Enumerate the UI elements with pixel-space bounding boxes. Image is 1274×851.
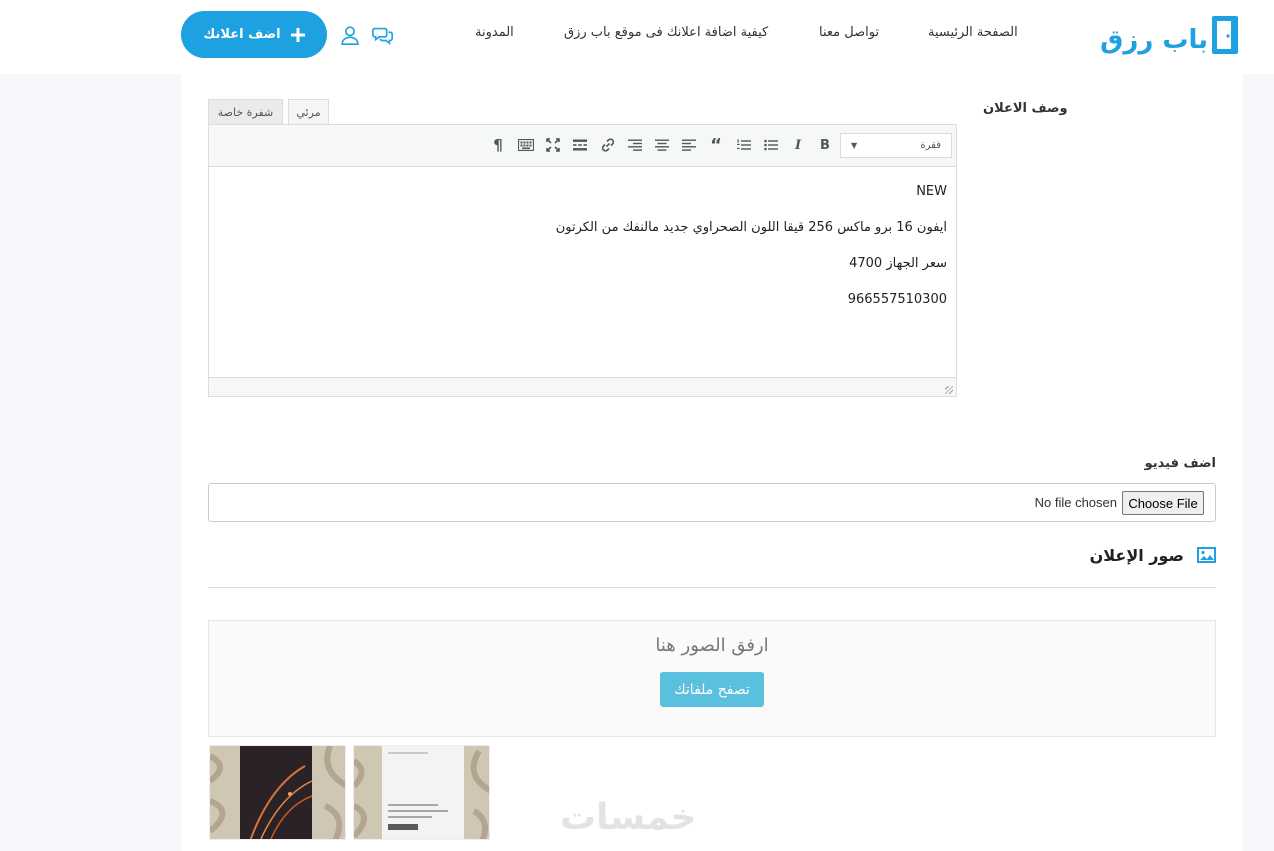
editor-line: سعر الجهاز 4700 — [849, 256, 947, 271]
door-logo-icon: باب رزق — [1100, 16, 1238, 55]
site-header: باب رزق الصفحة الرئيسية تواصل معنا كيفية… — [0, 0, 1274, 74]
user-icon[interactable] — [339, 24, 361, 46]
editor-statusbar — [209, 377, 956, 396]
images-section-title: صور الإعلان — [1089, 546, 1184, 565]
align-center-icon[interactable] — [652, 135, 672, 155]
watermark-text: خمسات — [560, 797, 697, 838]
section-divider — [208, 587, 1216, 588]
image-icon — [1197, 547, 1216, 563]
blockquote-icon[interactable]: “ — [706, 135, 726, 156]
choose-file-button[interactable]: Choose File — [1122, 491, 1204, 515]
description-label: وصف الاعلان — [983, 101, 1068, 116]
file-status: No file chosen — [1034, 495, 1117, 510]
dropzone-text: ارفق الصور هنا — [655, 635, 769, 656]
uploaded-image-thumbnail[interactable] — [209, 745, 346, 840]
tab-code[interactable]: شفرة خاصة — [208, 99, 283, 125]
add-ad-label: اضف اعلانك — [203, 27, 281, 42]
bold-icon[interactable]: B — [815, 135, 835, 155]
nav-how-to[interactable]: كيفية اضافة اعلانك فى موقع باب رزق — [564, 25, 768, 40]
editor-line: ايفون 16 برو ماكس 256 قيقا اللون الصحراو… — [555, 220, 947, 235]
nav-home[interactable]: الصفحة الرئيسية — [928, 25, 1018, 40]
format-select-value: فقرة — [920, 140, 941, 151]
browse-files-button[interactable]: تصفح ملفاتك — [660, 672, 764, 707]
editor-content[interactable]: NEW ايفون 16 برو ماكس 256 قيقا اللون الص… — [209, 168, 956, 377]
nav-contact[interactable]: تواصل معنا — [819, 25, 879, 40]
keyboard-icon[interactable] — [516, 135, 536, 155]
box-photo-image — [354, 746, 489, 839]
plus-icon — [290, 27, 305, 42]
site-logo[interactable]: باب رزق — [1100, 12, 1240, 58]
dropdown-arrow-icon: ▼ — [851, 141, 858, 150]
resize-handle-icon[interactable] — [945, 386, 953, 394]
format-select[interactable]: فقرة ▼ — [840, 133, 952, 158]
italic-icon[interactable]: I — [788, 135, 808, 155]
editor-line: 966557510300 — [847, 292, 947, 307]
video-file-input[interactable]: Choose File No file chosen — [208, 483, 1216, 522]
numbered-list-icon[interactable] — [734, 135, 754, 155]
video-label: اضف فيديو — [1144, 456, 1216, 471]
paragraph-direction-icon[interactable]: ¶ — [488, 135, 508, 155]
uploaded-image-thumbnail[interactable] — [353, 745, 490, 840]
chat-icon[interactable] — [372, 24, 394, 46]
align-right-icon[interactable] — [625, 135, 645, 155]
align-left-icon[interactable] — [679, 135, 699, 155]
image-dropzone[interactable]: ارفق الصور هنا تصفح ملفاتك — [208, 620, 1216, 737]
add-ad-button[interactable]: اضف اعلانك — [181, 11, 327, 58]
read-more-icon[interactable] — [570, 135, 590, 155]
bullet-list-icon[interactable] — [761, 135, 781, 155]
tab-visual[interactable]: مرئي — [288, 99, 329, 125]
fullscreen-icon[interactable] — [543, 135, 563, 155]
description-editor: فقرة ▼ B I “ ¶ NEW ايفون 16 برو ماكس 256… — [208, 124, 957, 397]
phone-photo-image — [210, 746, 345, 839]
editor-line: NEW — [916, 184, 947, 199]
editor-toolbar: فقرة ▼ B I “ ¶ — [209, 125, 956, 167]
link-icon[interactable] — [598, 135, 618, 155]
logo-text: باب رزق — [1100, 25, 1208, 55]
nav-blog[interactable]: المدونة — [475, 25, 514, 40]
